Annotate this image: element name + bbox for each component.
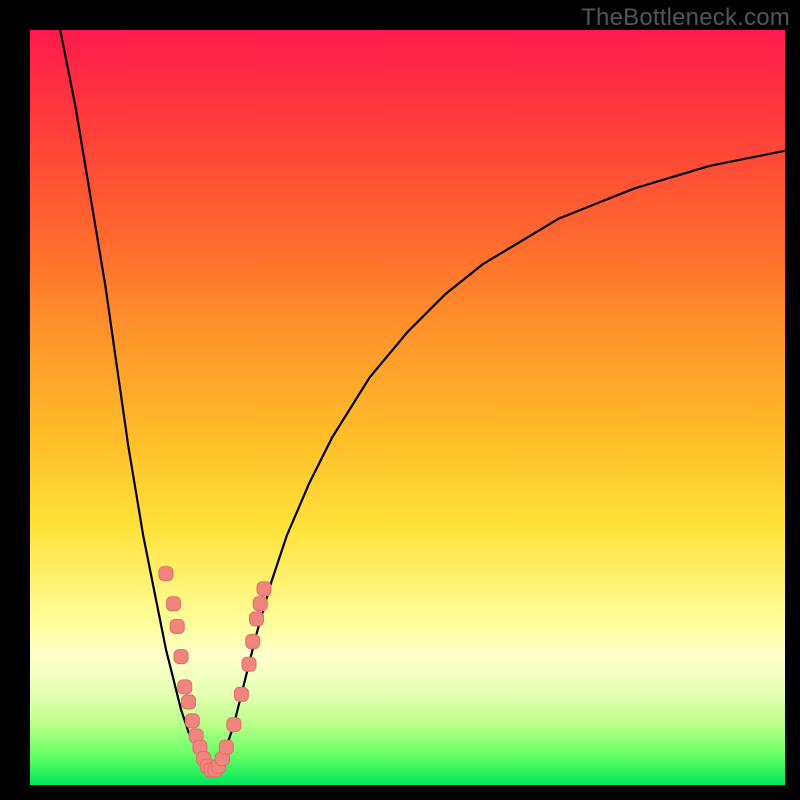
data-marker (166, 597, 180, 611)
data-marker (219, 740, 233, 754)
watermark-text: TheBottleneck.com (581, 4, 790, 32)
data-marker (253, 597, 267, 611)
data-marker (182, 695, 196, 709)
curve-left (60, 30, 211, 770)
data-marker (257, 582, 271, 596)
data-marker (234, 687, 248, 701)
curve-group (60, 30, 785, 770)
data-marker (227, 718, 241, 732)
data-marker (159, 567, 173, 581)
data-marker (178, 680, 192, 694)
curve-right (211, 151, 785, 770)
data-marker (185, 714, 199, 728)
chart-frame: TheBottleneck.com (0, 0, 800, 800)
chart-overlay (30, 30, 785, 785)
markers-group (159, 567, 271, 777)
data-marker (246, 635, 260, 649)
data-marker (242, 657, 256, 671)
data-marker (250, 612, 264, 626)
data-marker (170, 619, 184, 633)
data-marker (174, 650, 188, 664)
